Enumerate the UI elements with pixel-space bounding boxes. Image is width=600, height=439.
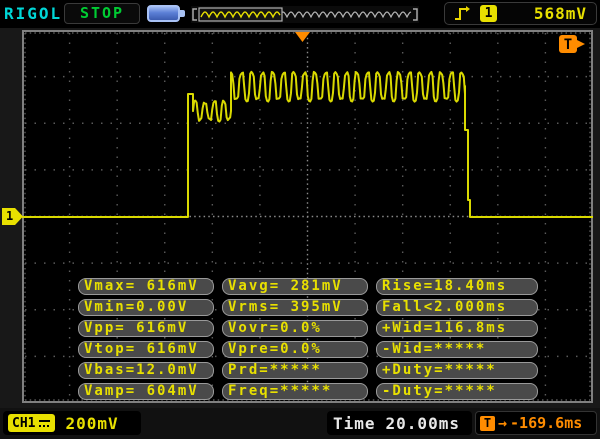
measurement-row: Vtop= 616mV Vpre=0.0% -Wid=***** — [78, 341, 538, 358]
trigger-source-badge: 1 — [480, 5, 497, 22]
trigger-level-value: 568mV — [534, 4, 587, 23]
measurement-row: Vamp= 604mV Freq=***** -Duty=***** — [78, 383, 538, 400]
channel1-badge: CH1 — [8, 414, 55, 432]
rigol-logo: RIGOL — [4, 4, 62, 23]
trigger-info-panel: 1 568mV — [444, 2, 597, 25]
measurement-cell: Freq=***** — [222, 383, 368, 400]
measurement-cell: Vbas=12.0mV — [78, 362, 214, 379]
measurement-cell: Vavg= 281mV — [222, 278, 368, 295]
dc-coupling-icon — [38, 418, 51, 429]
timebase-display: Time 20.00ms — [327, 411, 472, 435]
trigger-offset-display: T → -169.6ms — [475, 411, 597, 435]
top-bar: RIGOL STOP T 1 568mV — [0, 0, 600, 28]
measurement-row: Vbas=12.0mV Prd=***** +Duty=***** — [78, 362, 538, 379]
measurement-cell: +Duty=***** — [376, 362, 538, 379]
channel1-scale: 200mV — [65, 414, 118, 433]
bottom-bar: CH1 200mV Time 20.00ms T → -169.6ms — [0, 408, 600, 439]
run-status-badge: STOP — [64, 3, 140, 24]
measurement-cell: Vmax= 616mV — [78, 278, 214, 295]
measurement-cell: Fall<2.000ms — [376, 299, 538, 316]
measurement-cell: Vmin=0.00V — [78, 299, 214, 316]
measurement-cell: Vpre=0.0% — [222, 341, 368, 358]
measurement-row: Vmax= 616mV Vavg= 281mV Rise=18.40ms — [78, 278, 538, 295]
channel1-settings: CH1 200mV — [3, 411, 141, 435]
measurement-cell: -Duty=***** — [376, 383, 538, 400]
battery-icon — [147, 5, 180, 22]
measurement-cell: Vamp= 604mV — [78, 383, 214, 400]
trigger-offset-arrow: → — [498, 414, 507, 432]
rising-edge-trigger-icon — [454, 6, 471, 22]
trigger-offset-icon: T — [480, 416, 495, 431]
waveform-position-bar: T — [191, 6, 419, 23]
measurements-panel: Vmax= 616mV Vavg= 281mV Rise=18.40ms Vmin=0… — [78, 278, 538, 400]
measurement-cell: Vrms= 395mV — [222, 299, 368, 316]
measurement-cell: Vtop= 616mV — [78, 341, 214, 358]
measurement-cell: +Wid=116.8ms — [376, 320, 538, 337]
measurement-cell: Prd=***** — [222, 362, 368, 379]
measurement-row: Vmin=0.00V Vrms= 395mV Fall<2.000ms — [78, 299, 538, 316]
svg-text:T: T — [564, 37, 572, 53]
measurement-cell: Rise=18.40ms — [376, 278, 538, 295]
timebase-value: 20.00ms — [386, 414, 460, 433]
measurement-cell: Vovr=0.0% — [222, 320, 368, 337]
channel1-marker: 1 — [2, 208, 23, 225]
measurement-row: Vpp= 616mV Vovr=0.0% +Wid=116.8ms — [78, 320, 538, 337]
timebase-label: Time — [333, 414, 376, 433]
measurement-cell: -Wid=***** — [376, 341, 538, 358]
channel1-marker-label: 1 — [6, 209, 13, 223]
measurement-cell: Vpp= 616mV — [78, 320, 214, 337]
channel1-badge-label: CH1 — [12, 416, 35, 431]
trigger-offset-value: -169.6ms — [510, 414, 582, 432]
position-bar-graphic — [191, 6, 419, 23]
